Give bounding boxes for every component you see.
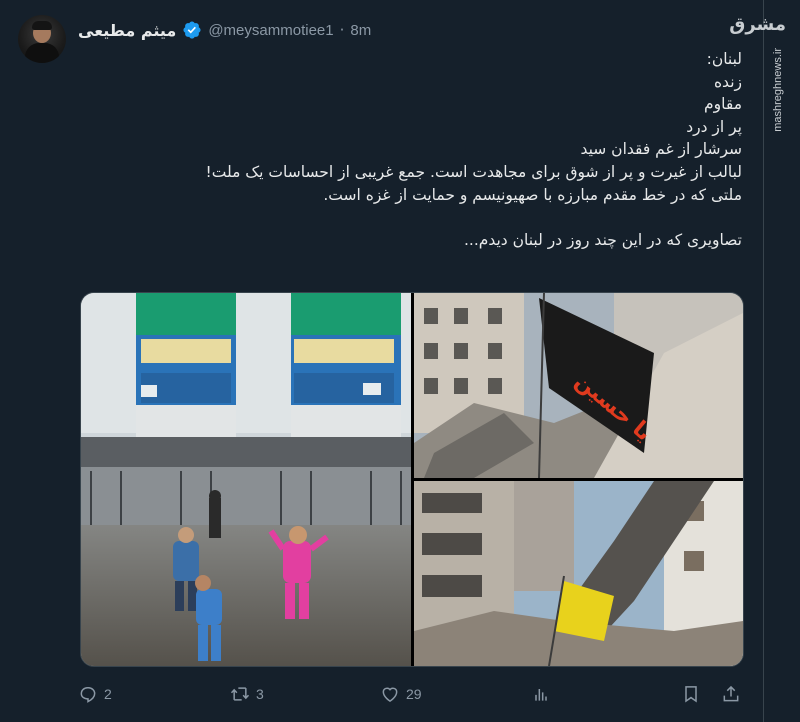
bookmark-icon <box>685 686 697 703</box>
tweet-header: میثم مطیعی @meysammotiee1 · 8m <box>78 18 371 42</box>
tweet-line: تصاویری که در این چند روز در لبنان دیدم.… <box>463 230 742 249</box>
action-bar: 2 3 29 <box>78 680 746 708</box>
like-button[interactable]: 29 <box>380 680 422 708</box>
bookmark-button[interactable] <box>681 680 701 708</box>
display-name[interactable]: میثم مطیعی <box>78 21 176 40</box>
tweet-line: پر از درد <box>686 117 742 136</box>
tweet-line: لبالب از غیرت و پر از شوق برای مجاهدت اس… <box>205 162 742 181</box>
tweet-line: سرشار از غم فقدان سید <box>580 140 742 159</box>
media-grid: یا حسین <box>80 292 744 667</box>
retweet-icon <box>230 687 250 701</box>
tweet-line: لبنان: <box>706 50 742 68</box>
reply-count: 2 <box>104 686 112 702</box>
tweet-line: زنده <box>713 72 742 91</box>
views-button[interactable] <box>531 680 551 708</box>
photo-building-children[interactable] <box>81 293 411 666</box>
photo-rubble-flag[interactable]: یا حسین <box>414 293 743 478</box>
tweet-line: ملتی که در خط مقدم مبارزه با صهیونیسم و … <box>323 185 742 204</box>
retweet-button[interactable]: 3 <box>230 680 264 708</box>
reply-button[interactable]: 2 <box>78 680 112 708</box>
share-icon <box>723 685 739 702</box>
share-button[interactable] <box>721 680 741 708</box>
handle[interactable]: @meysammotiee1 <box>208 22 333 39</box>
analytics-icon <box>535 689 547 701</box>
watermark-url: mashreghnews.ir <box>772 48 784 132</box>
photo-collapsed-building[interactable] <box>414 481 743 666</box>
tweet-text: لبنان: زنده مقاوم پر از درد سرشار از غم … <box>102 48 742 251</box>
avatar[interactable] <box>18 15 66 63</box>
watermark-logo: مشرق <box>729 14 786 35</box>
retweet-count: 3 <box>256 686 264 702</box>
tweet-line <box>102 206 742 229</box>
verified-badge-icon <box>183 21 201 39</box>
like-count: 29 <box>406 686 422 702</box>
separator-dot: · <box>339 21 345 39</box>
reply-icon <box>80 687 96 703</box>
heart-icon <box>382 687 398 702</box>
watermark: مشرق mashreghnews.ir <box>729 14 794 132</box>
timestamp[interactable]: 8m <box>350 22 371 39</box>
tweet-line: مقاوم <box>704 95 742 114</box>
